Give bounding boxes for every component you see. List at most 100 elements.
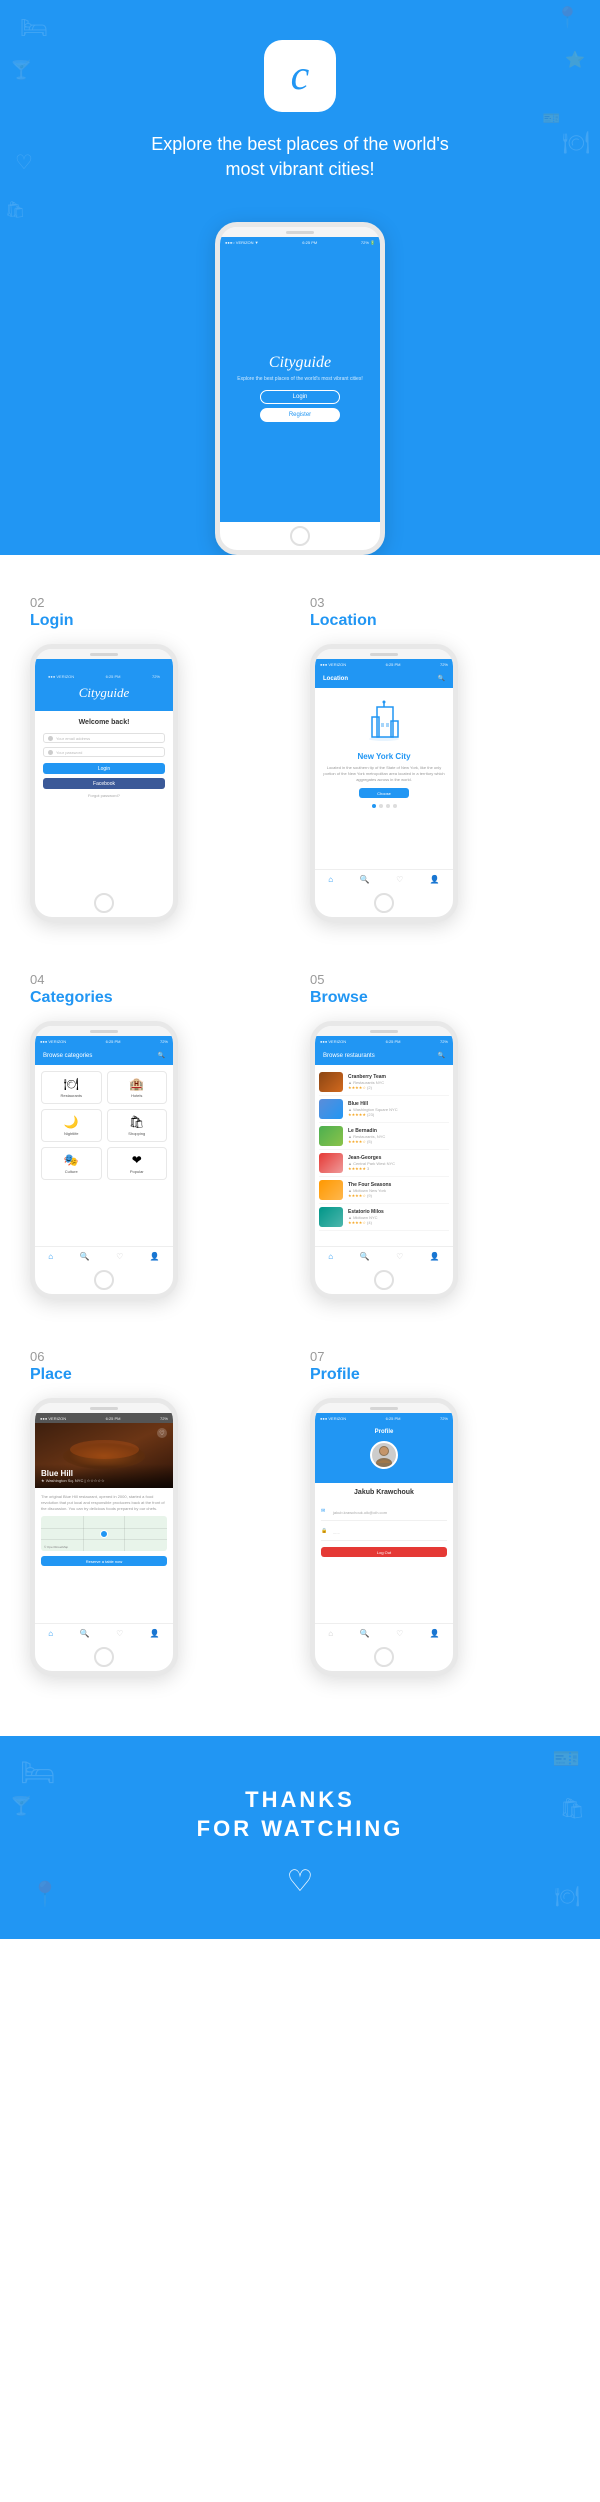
location-body: New York City Located in the southern ti… — [315, 688, 453, 869]
app-icon: c — [264, 40, 336, 112]
browse-item-bluehill[interactable]: Blue Hill ▲ Washington Square NYC ★★★★★ … — [319, 1096, 449, 1123]
categories-speaker-line — [90, 1030, 118, 1033]
place-reserve-btn[interactable]: Reserve a table now — [41, 1556, 167, 1566]
browse-thumb-jeangeorges — [319, 1153, 343, 1173]
cat-icon-popular: ❤ — [132, 1153, 142, 1167]
categories-home-button[interactable] — [94, 1270, 114, 1290]
cat-item-restaurants[interactable]: 🍽 Restaurants — [41, 1071, 102, 1104]
cat-nav-search[interactable]: 🔍 — [80, 1252, 90, 1261]
nav-search[interactable]: 🔍 — [360, 875, 370, 884]
hero-home-button[interactable] — [290, 526, 310, 546]
login-facebook-btn[interactable]: Facebook — [43, 778, 165, 789]
profile-logout-btn[interactable]: Log Out — [321, 1547, 447, 1557]
browse-nav-search[interactable]: 🔍 — [360, 1252, 370, 1261]
nav-user[interactable]: 👤 — [430, 875, 440, 884]
nav-home[interactable]: ⌂ — [328, 875, 333, 884]
cat-icon-hotels: 🏨 — [129, 1077, 144, 1091]
row-login-location: 02 Login ●●● VERIZON 6:25 PM — [30, 595, 570, 922]
footer-deco-6: 🍽 — [555, 1884, 580, 1909]
cat-item-hotels[interactable]: 🏨 Hotels — [107, 1071, 168, 1104]
login-time: 6:25 PM — [106, 674, 121, 679]
dot-4 — [393, 804, 397, 808]
place-nav-user[interactable]: 👤 — [150, 1629, 160, 1638]
categories-number: 04 — [30, 972, 44, 987]
cat-nav-user[interactable]: 👤 — [150, 1252, 160, 1261]
location-search-icon[interactable]: 🔍 — [438, 675, 445, 682]
hero-register-btn[interactable]: Register — [260, 408, 340, 422]
login-network: ●●● VERIZON — [48, 674, 74, 679]
location-time: 6:25 PM — [386, 662, 401, 667]
profile-label: Profile — [310, 1366, 360, 1384]
profile-battery: 72% — [440, 1416, 448, 1421]
login-battery: 72% — [152, 674, 160, 679]
place-screen-inner: ●●● VERIZON 6:25 PM 72% — [35, 1413, 173, 1643]
profile-speaker-line — [370, 1407, 398, 1410]
login-forgot-link[interactable]: Forgot password? — [88, 793, 120, 798]
browse-speaker-line — [370, 1030, 398, 1033]
cat-item-nightlife[interactable]: 🌙 Nightlife — [41, 1109, 102, 1142]
place-nav-home[interactable]: ⌂ — [48, 1629, 53, 1638]
login-password-placeholder: Your password — [56, 750, 82, 755]
cat-nav-heart[interactable]: ♡ — [116, 1252, 123, 1261]
profile-nav-user[interactable]: 👤 — [430, 1629, 440, 1638]
categories-screen-inner: ●●● VERIZON 6:25 PM 72% Browse categorie… — [35, 1036, 173, 1266]
login-welcome: Welcome back! — [79, 719, 130, 726]
nav-heart[interactable]: ♡ — [396, 875, 403, 884]
browse-item-cranberry[interactable]: Cranberry Team ▲ Restaurants NYC ★★★★☆ (… — [319, 1069, 449, 1096]
cat-item-culture[interactable]: 🎭 Culture — [41, 1147, 102, 1180]
place-map: © OpenStreetMap — [41, 1516, 167, 1551]
browse-item-lebernadin[interactable]: Le Bernadin ▲ Restaurants, NYC ★★★★☆ (5) — [319, 1123, 449, 1150]
location-status-row: ●●● VERIZON 6:25 PM 72% — [315, 659, 453, 669]
login-home-button[interactable] — [94, 893, 114, 913]
browse-home-button[interactable] — [374, 1270, 394, 1290]
profile-nav-search[interactable]: 🔍 — [360, 1629, 370, 1638]
cat-icon-restaurants: 🍽 — [64, 1077, 79, 1091]
place-network: ●●● VERIZON — [40, 1416, 66, 1421]
browse-nav-heart[interactable]: ♡ — [396, 1252, 403, 1261]
hero-status-network: ●●●○ VERIZON ▼ — [225, 240, 259, 245]
cat-network: ●●● VERIZON — [40, 1039, 66, 1044]
profile-network: ●●● VERIZON — [320, 1416, 346, 1421]
location-home-button[interactable] — [374, 893, 394, 913]
login-password-input[interactable]: Your password — [43, 747, 165, 757]
cat-item-shopping[interactable]: 🛍 Shopping — [107, 1109, 168, 1142]
location-phone-wrapper: ●●● VERIZON 6:25 PM 72% Location 🔍 — [310, 644, 458, 922]
browse-nav-home[interactable]: ⌂ — [328, 1252, 333, 1261]
profile-home-button[interactable] — [374, 1647, 394, 1667]
cat-nav-home[interactable]: ⌂ — [48, 1252, 53, 1261]
place-body: The original Blue Hill restaurant, opene… — [35, 1488, 173, 1623]
deco-icon-cocktail: 🍸 — [10, 60, 32, 81]
location-choose-btn[interactable]: Choose — [359, 788, 409, 798]
cat-item-popular[interactable]: ❤ Popular — [107, 1147, 168, 1180]
login-password-icon — [48, 750, 53, 755]
browse-number: 05 — [310, 972, 324, 987]
place-label: Place — [30, 1366, 72, 1384]
browse-search-icon[interactable]: 🔍 — [438, 1052, 445, 1059]
browse-item-fourseasons[interactable]: The Four Seasons ▲ Midtown New York ★★★★… — [319, 1177, 449, 1204]
place-nav-heart[interactable]: ♡ — [116, 1629, 123, 1638]
browse-thumb-lebernadin — [319, 1126, 343, 1146]
browse-time: 6:25 PM — [386, 1039, 401, 1044]
cat-battery: 72% — [160, 1039, 168, 1044]
browse-item-jeangeorges[interactable]: Jean-Georges ▲ Central Park West NYC ★★★… — [319, 1150, 449, 1177]
cat-time: 6:25 PM — [106, 1039, 121, 1044]
hero-login-btn[interactable]: Login — [260, 390, 340, 404]
login-email-input[interactable]: Your email address — [43, 733, 165, 743]
place-nav-search[interactable]: 🔍 — [80, 1629, 90, 1638]
categories-search-icon[interactable]: 🔍 — [158, 1052, 165, 1059]
profile-nav-heart[interactable]: ♡ — [396, 1629, 403, 1638]
browse-nav-user[interactable]: 👤 — [430, 1252, 440, 1261]
place-home-button[interactable] — [94, 1647, 114, 1667]
login-login-btn[interactable]: Login — [43, 763, 165, 774]
place-phone-body: ●●● VERIZON 6:25 PM 72% — [30, 1398, 178, 1676]
section-login: 02 Login ●●● VERIZON 6:25 PM — [30, 595, 290, 922]
cat-name-nightlife: Nightlife — [64, 1131, 78, 1136]
browse-stars-cranberry: ★★★★☆ (2) — [348, 1085, 449, 1090]
place-speaker — [35, 1403, 173, 1413]
login-speaker — [35, 649, 173, 659]
cat-icon-culture: 🎭 — [64, 1153, 79, 1167]
profile-user-name: Jakub Krawchouk — [321, 1489, 447, 1496]
browse-item-estatorio[interactable]: Estatorio Milos ▲ Midtown NYC ★★★★☆ (4) — [319, 1204, 449, 1231]
profile-nav-home[interactable]: ⌂ — [328, 1629, 333, 1638]
categories-body: 🍽 Restaurants 🏨 Hotels 🌙 — [35, 1065, 173, 1246]
